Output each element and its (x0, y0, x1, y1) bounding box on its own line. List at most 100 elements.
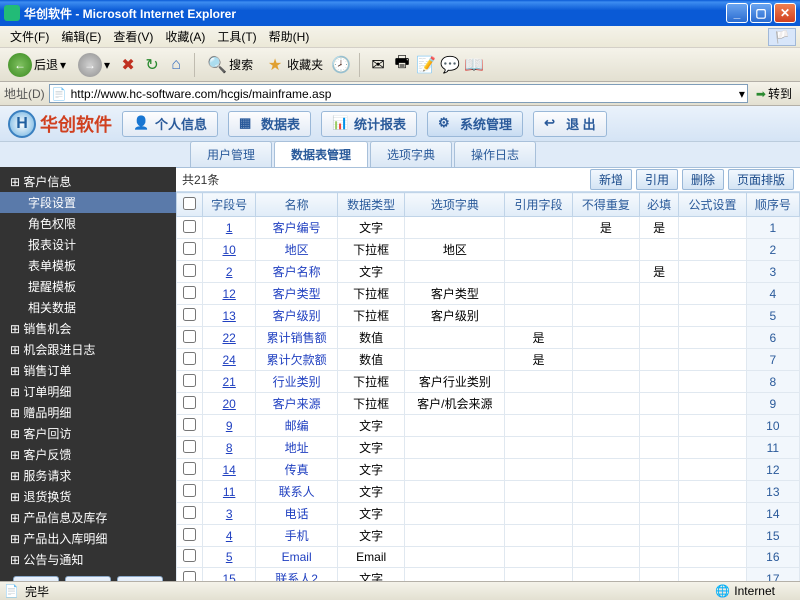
nav-reports[interactable]: 📊统计报表 (321, 111, 417, 137)
nav-personal[interactable]: 👤个人信息 (122, 111, 218, 137)
row-check[interactable] (183, 418, 196, 431)
menu-view[interactable]: 查看(V) (107, 26, 159, 47)
tree-item[interactable]: ⊞ 客户信息 (0, 171, 176, 192)
search-button[interactable]: 🔍搜索 (203, 53, 257, 77)
field-no-link[interactable]: 2 (226, 265, 233, 279)
action-del[interactable]: 删除 (682, 169, 724, 190)
col-seq[interactable]: 顺序号 (746, 193, 799, 217)
row-check[interactable] (183, 308, 196, 321)
address-field[interactable]: 📄 http://www.hc-software.com/hcgis/mainf… (49, 84, 748, 103)
home-icon[interactable]: ⌂ (166, 55, 186, 75)
tree-item[interactable]: ⊞ 客户回访 (0, 423, 176, 444)
nav-exit[interactable]: ↩退 出 (533, 111, 607, 137)
table-row[interactable]: 13客户级别下拉框客户级别5 (177, 305, 800, 327)
tree-item[interactable]: ⊞ 产品出入库明细 (0, 528, 176, 549)
favorites-button[interactable]: ★收藏夹 (261, 53, 327, 77)
discuss-icon[interactable]: 💬 (440, 55, 460, 75)
print-icon[interactable]: 🖶 (392, 55, 412, 75)
back-button[interactable]: ←后退 ▾ (4, 51, 70, 79)
row-check[interactable] (183, 484, 196, 497)
nav-system[interactable]: ⚙系统管理 (427, 111, 523, 137)
history-icon[interactable]: 🕗 (331, 55, 351, 75)
table-row[interactable]: 15联系人2文字17 (177, 568, 800, 582)
sidebar-btn-del[interactable]: 删除 (65, 576, 111, 581)
row-check[interactable] (183, 264, 196, 277)
forward-button[interactable]: → ▾ (74, 51, 114, 79)
tree-item[interactable]: 提醒模板 (0, 276, 176, 297)
close-button[interactable]: ✕ (774, 3, 796, 23)
table-row[interactable]: 3电话文字14 (177, 503, 800, 525)
action-ref[interactable]: 引用 (636, 169, 678, 190)
tree-item[interactable]: 角色权限 (0, 213, 176, 234)
field-no-link[interactable]: 8 (226, 441, 233, 455)
field-no-link[interactable]: 14 (222, 463, 235, 477)
table-row[interactable]: 5EmailEmail16 (177, 547, 800, 568)
row-check[interactable] (183, 242, 196, 255)
tree-item[interactable]: 相关数据 (0, 297, 176, 318)
action-layout[interactable]: 页面排版 (728, 169, 794, 190)
col-dtype[interactable]: 数据类型 (337, 193, 404, 217)
col-req[interactable]: 必填 (640, 193, 679, 217)
sidebar-btn-add[interactable]: 新增 (13, 576, 59, 581)
col-check[interactable] (177, 193, 203, 217)
tree-item[interactable]: 报表设计 (0, 234, 176, 255)
row-check[interactable] (183, 506, 196, 519)
nav-tables[interactable]: ▦数据表 (228, 111, 311, 137)
col-formula[interactable]: 公式设置 (679, 193, 746, 217)
field-no-link[interactable]: 9 (226, 419, 233, 433)
tree-item[interactable]: ⊞ 销售订单 (0, 360, 176, 381)
field-no-link[interactable]: 3 (226, 507, 233, 521)
field-no-link[interactable]: 1 (226, 221, 233, 235)
refresh-icon[interactable]: ↻ (142, 55, 162, 75)
row-check[interactable] (183, 374, 196, 387)
edit-icon[interactable]: 📝 (416, 55, 436, 75)
check-all[interactable] (183, 197, 196, 210)
table-row[interactable]: 10地区下拉框地区2 (177, 239, 800, 261)
field-no-link[interactable]: 5 (226, 550, 233, 564)
field-no-link[interactable]: 15 (222, 572, 235, 582)
row-check[interactable] (183, 528, 196, 541)
table-row[interactable]: 22累计销售额数值是6 (177, 327, 800, 349)
row-check[interactable] (183, 440, 196, 453)
tree-item[interactable]: ⊞ 销售机会 (0, 318, 176, 339)
field-no-link[interactable]: 11 (223, 485, 235, 499)
tree-item[interactable]: ⊞ 客户反馈 (0, 444, 176, 465)
table-row[interactable]: 12客户类型下拉框客户类型4 (177, 283, 800, 305)
tree-item[interactable]: ⊞ 公告与通知 (0, 549, 176, 570)
table-row[interactable]: 8地址文字11 (177, 437, 800, 459)
tab-table-mgmt[interactable]: 数据表管理 (274, 141, 368, 167)
tab-oplog[interactable]: 操作日志 (454, 141, 536, 167)
tab-users[interactable]: 用户管理 (190, 141, 272, 167)
col-fno[interactable]: 字段号 (203, 193, 256, 217)
go-button[interactable]: ➡转到 (752, 85, 796, 102)
menu-tools[interactable]: 工具(T) (211, 26, 262, 47)
row-check[interactable] (183, 286, 196, 299)
row-check[interactable] (183, 220, 196, 233)
row-check[interactable] (183, 462, 196, 475)
field-no-link[interactable]: 4 (226, 529, 233, 543)
tree-item[interactable]: ⊞ 产品信息及库存 (0, 507, 176, 528)
table-row[interactable]: 14传真文字12 (177, 459, 800, 481)
row-check[interactable] (183, 396, 196, 409)
tree-item[interactable]: ⊞ 订单明细 (0, 381, 176, 402)
table-row[interactable]: 24累计欠款额数值是7 (177, 349, 800, 371)
mail-icon[interactable]: ✉ (368, 55, 388, 75)
field-no-link[interactable]: 20 (222, 397, 235, 411)
table-row[interactable]: 1客户编号文字是是1 (177, 217, 800, 239)
field-no-link[interactable]: 13 (222, 309, 235, 323)
stop-icon[interactable]: ✖ (118, 55, 138, 75)
table-row[interactable]: 9邮编文字10 (177, 415, 800, 437)
tree-item[interactable]: 字段设置 (0, 192, 176, 213)
row-check[interactable] (183, 571, 196, 582)
menu-help[interactable]: 帮助(H) (263, 26, 316, 47)
table-row[interactable]: 2客户名称文字是3 (177, 261, 800, 283)
sidebar-btn-mod[interactable]: 修改 (117, 576, 163, 581)
field-no-link[interactable]: 10 (222, 243, 235, 257)
tab-options[interactable]: 选项字典 (370, 141, 452, 167)
tree-item[interactable]: 表单模板 (0, 255, 176, 276)
table-row[interactable]: 20客户来源下拉框客户/机会来源9 (177, 393, 800, 415)
field-no-link[interactable]: 12 (222, 287, 235, 301)
field-no-link[interactable]: 21 (222, 375, 235, 389)
menu-file[interactable]: 文件(F) (4, 26, 55, 47)
dropdown-icon[interactable]: ▾ (739, 87, 745, 101)
